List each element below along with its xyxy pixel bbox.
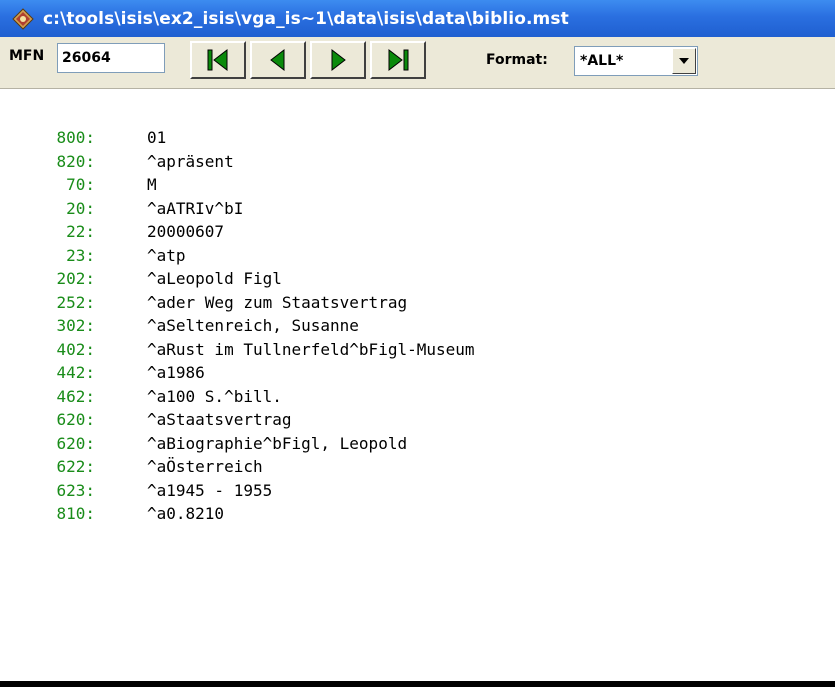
chevron-down-icon	[679, 58, 689, 64]
field-value: 01	[147, 128, 167, 148]
field-row: 622: ^aÖsterreich	[0, 455, 475, 479]
mfn-input[interactable]: 26064	[57, 43, 165, 73]
field-value: ^ader Weg zum Staatsvertrag	[147, 292, 408, 312]
field-tag: 22:	[66, 222, 95, 242]
window-title: c:\tools\isis\ex2_isis\vga_is~1\data\isi…	[43, 8, 569, 29]
field-value: ^aBiographie^bFigl, Leopold	[147, 433, 408, 453]
field-value: ^a1945 - 1955	[147, 480, 273, 500]
field-value: ^aRust im Tullnerfeld^bFigl-Museum	[147, 339, 475, 359]
record-display: 800: 01 820: ^apräsent 70: M 20: ^aATRIv^bI …	[0, 89, 835, 681]
field-tag: 20:	[66, 198, 95, 218]
field-row: 23: ^atp	[0, 244, 475, 268]
field-tag: 620:	[56, 433, 95, 453]
field-value: M	[147, 175, 157, 195]
field-tag: 810:	[56, 504, 95, 524]
field-value: ^aATRIv^bI	[147, 198, 244, 218]
field-tag: 462:	[56, 386, 95, 406]
field-tag: 202:	[56, 269, 95, 289]
field-row: 22: 20000607	[0, 220, 475, 244]
field-row: 70: M	[0, 173, 475, 197]
format-value: *ALL*	[580, 53, 624, 69]
field-row: 442: ^a1986	[0, 361, 475, 385]
field-tag: 623:	[56, 480, 95, 500]
field-value: ^a0.8210	[147, 504, 225, 524]
field-tag: 442:	[56, 363, 95, 383]
app-icon	[12, 7, 34, 30]
record-navigation	[190, 41, 426, 79]
field-value: ^apräsent	[147, 151, 234, 171]
field-value: 20000607	[147, 222, 225, 242]
field-tag: 70:	[66, 175, 95, 195]
field-row: 252: ^ader Weg zum Staatsvertrag	[0, 291, 475, 315]
previous-icon	[270, 48, 285, 72]
field-tag: 820:	[56, 151, 95, 171]
field-value: ^aÖsterreich	[147, 457, 263, 477]
window-bottom-border	[0, 681, 835, 687]
field-tag: 252:	[56, 292, 95, 312]
previous-record-button[interactable]	[250, 41, 306, 79]
field-value: ^aSeltenreich, Susanne	[147, 316, 359, 336]
field-row: 20: ^aATRIv^bI	[0, 197, 475, 221]
field-row: 620: ^aStaatsvertrag	[0, 408, 475, 432]
last-record-button[interactable]	[370, 41, 426, 79]
field-tag: 302:	[56, 316, 95, 336]
field-row: 800: 01	[0, 126, 475, 150]
field-value: ^a100 S.^bill.	[147, 386, 282, 406]
field-row: 462: ^a100 S.^bill.	[0, 385, 475, 409]
field-tag: 402:	[56, 339, 95, 359]
field-tag: 620:	[56, 410, 95, 430]
field-row: 202: ^aLeopold Figl	[0, 267, 475, 291]
field-value: ^atp	[147, 245, 186, 265]
field-tag: 23:	[66, 245, 95, 265]
format-select[interactable]: *ALL*	[574, 46, 698, 76]
field-value: ^aStaatsvertrag	[147, 410, 292, 430]
dropdown-button[interactable]	[672, 48, 696, 74]
field-row: 810: ^a0.8210	[0, 502, 475, 526]
title-bar[interactable]: c:\tools\isis\ex2_isis\vga_is~1\data\isi…	[0, 0, 835, 37]
first-record-button[interactable]	[190, 41, 246, 79]
last-icon	[388, 48, 409, 72]
application-window: c:\tools\isis\ex2_isis\vga_is~1\data\isi…	[0, 0, 835, 687]
first-icon	[207, 48, 228, 72]
field-value: ^aLeopold Figl	[147, 269, 282, 289]
field-tag: 800:	[56, 128, 95, 148]
next-icon	[331, 48, 346, 72]
format-label: Format:	[486, 52, 548, 68]
record-field-list: 800: 01 820: ^apräsent 70: M 20: ^aATRIv^bI …	[0, 126, 475, 526]
toolbar: MFN 26064 Format: *ALL*	[0, 37, 835, 89]
field-row: 820: ^apräsent	[0, 150, 475, 174]
mfn-label: MFN	[9, 48, 45, 64]
field-row: 302: ^aSeltenreich, Susanne	[0, 314, 475, 338]
next-record-button[interactable]	[310, 41, 366, 79]
field-row: 623: ^a1945 - 1955	[0, 479, 475, 503]
field-row: 402: ^aRust im Tullnerfeld^bFigl-Museum	[0, 338, 475, 362]
field-row: 620: ^aBiographie^bFigl, Leopold	[0, 432, 475, 456]
field-tag: 622:	[56, 457, 95, 477]
field-value: ^a1986	[147, 363, 205, 383]
